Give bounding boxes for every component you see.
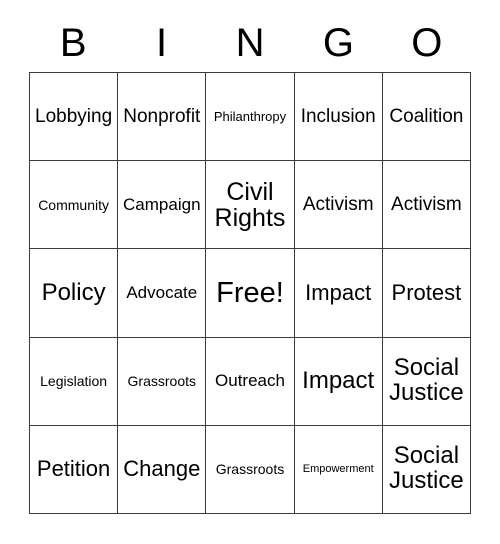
bingo-free-space-cell[interactable]: Free! [206,249,295,338]
bingo-cell-label: Campaign [123,194,201,214]
bingo-cell-r4-c3[interactable]: Outreach [206,337,295,426]
bingo-cell-r3-c2[interactable]: Advocate [118,249,207,338]
bingo-cell-label: Impact [305,279,372,305]
bingo-cell-label: Civil Rights [214,177,286,232]
bingo-cell-r2-c3[interactable]: Civil Rights [206,161,295,250]
bingo-cell-label: Policy [41,278,106,306]
bingo-cell-r3-c4[interactable]: Impact [294,249,383,338]
bingo-header-letter-o: O [411,21,443,65]
bingo-cell-label: Social Justice [389,442,464,495]
bingo-card: B I N G O Lobbying Nonprofit Philanthropy I… [0,0,500,544]
bingo-header-row: B I N G O [29,14,471,72]
bingo-cell-label: Philanthropy [213,108,287,124]
bingo-cell-r3-c1[interactable]: Policy [30,249,119,338]
bingo-cell-r5-c3[interactable]: Grassroots [206,425,295,514]
bingo-header-letter-i: I [156,21,168,65]
bingo-cell-label: Advocate [126,283,198,303]
bingo-cell-r1-c2[interactable]: Nonprofit [118,73,207,162]
bingo-cell-r2-c5[interactable]: Activism [382,161,471,250]
bingo-cell-label: Activism [391,193,462,215]
bingo-cell-r4-c2[interactable]: Grassroots [118,337,207,426]
bingo-cell-label: Inclusion [300,105,376,127]
bingo-cell-r3-c5[interactable]: Protest [382,249,471,338]
bingo-cell-label: Impact [302,366,375,394]
bingo-cell-r1-c4[interactable]: Inclusion [294,73,383,162]
bingo-cell-label: Petition [36,455,111,481]
bingo-cell-label: Social Justice [389,354,464,407]
bingo-cell-label: Community [38,196,109,213]
bingo-cell-r1-c1[interactable]: Lobbying [30,73,119,162]
bingo-cell-r1-c5[interactable]: Coalition [382,73,471,162]
bingo-cell-label: Change [123,455,201,481]
bingo-cell-r2-c2[interactable]: Campaign [118,161,207,250]
bingo-cell-r2-c1[interactable]: Community [30,161,119,250]
bingo-cell-r5-c5[interactable]: Social Justice [382,425,471,514]
bingo-cell-r5-c4[interactable]: Empowerment [294,425,383,514]
bingo-cell-label: Grassroots [127,372,197,389]
bingo-cell-r4-c4[interactable]: Impact [294,337,383,426]
bingo-cell-label: Coalition [389,105,464,127]
bingo-cell-r1-c3[interactable]: Philanthropy [206,73,295,162]
bingo-cell-label: Activism [302,193,374,215]
bingo-cell-r4-c5[interactable]: Social Justice [382,337,471,426]
bingo-cell-label: Empowerment [302,462,374,475]
bingo-cell-label: Legislation [40,372,108,389]
bingo-cell-r4-c1[interactable]: Legislation [30,337,119,426]
bingo-cell-r2-c4[interactable]: Activism [294,161,383,250]
bingo-cell-label: Free! [216,276,284,309]
bingo-cell-label: Nonprofit [123,105,201,127]
bingo-cell-label: Protest [391,279,462,305]
bingo-grid: Lobbying Nonprofit Philanthropy Inclusion Co… [29,72,471,514]
bingo-cell-label: Outreach [215,371,285,391]
bingo-cell-r5-c1[interactable]: Petition [30,425,119,514]
bingo-cell-r5-c2[interactable]: Change [118,425,207,514]
bingo-cell-label: Grassroots [215,461,285,478]
bingo-header-letter-g: G [322,21,354,65]
bingo-header-letter-b: B [59,21,87,65]
bingo-header-letter-n: N [235,21,265,65]
bingo-cell-label: Lobbying [35,105,113,127]
